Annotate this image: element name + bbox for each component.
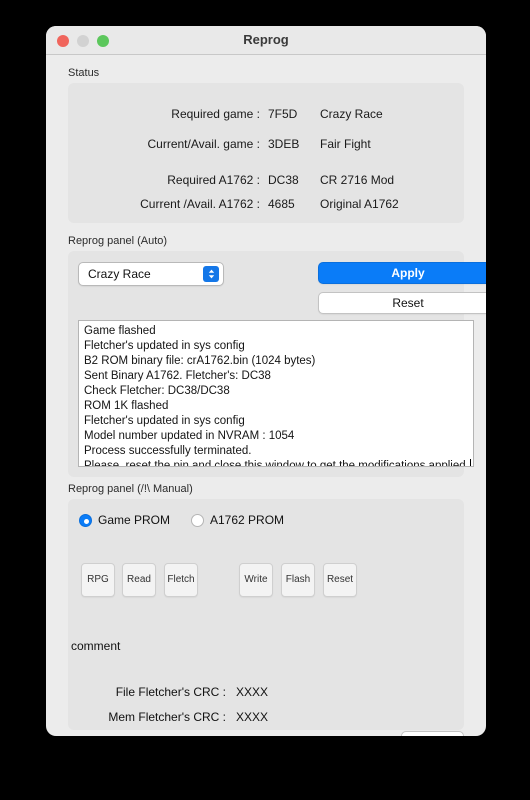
radio-game-prom-label: Game PROM [98,513,171,527]
flash-button[interactable]: Flash [281,563,315,597]
radio-selected-icon[interactable] [79,513,92,527]
reset-button[interactable]: Reset [318,292,486,314]
status-code: DC38 [268,173,299,187]
status-name: Fair Fight [320,137,371,151]
status-label: Required game : [171,107,260,121]
app-window: Reprog Status Required game : 7F5D Crazy… [46,26,486,736]
apply-button[interactable]: Apply [318,262,486,284]
status-name: Original A1762 [320,197,399,211]
status-label: Current/Avail. game : [147,137,261,151]
manual-reset-button[interactable]: Reset [323,563,357,597]
status-group-label: Status [68,67,100,79]
rpg-button[interactable]: RPG [81,563,115,597]
window-content: Status Required game : 7F5D Crazy Race C… [46,55,486,736]
text-caret [469,459,471,466]
chevron-updown-icon[interactable] [203,266,219,282]
status-row: Required A1762 : DC38 CR 2716 Mod [68,173,464,189]
status-name: CR 2716 Mod [320,173,395,187]
radio-a1762-prom[interactable]: A1762 PROM [191,513,284,527]
write-button[interactable]: Write [239,563,273,597]
auto-panel-group-label: Reprog panel (Auto) [68,235,168,247]
radio-a1762-prom-label: A1762 PROM [210,513,285,527]
game-select[interactable]: Crazy Race [78,262,224,286]
log-line: Check Fletcher: DC38/DC38 [84,385,230,397]
log-line-last: Please, reset the pin and close this win… [84,459,471,467]
status-row: Required game : 7F5D Crazy Race [68,107,464,123]
file-crc-value: XXXX [236,685,269,699]
log-line: Process successfully terminated. [84,445,252,457]
log-line-text: Please, reset the pin and close this win… [84,460,469,467]
read-button[interactable]: Read [122,563,156,597]
status-code: 4685 [268,197,295,211]
log-line: Model number updated in NVRAM : 1054 [84,430,295,442]
log-line: B2 ROM binary file: crA1762.bin (1024 by… [84,355,316,367]
window-title: Reprog [243,32,289,47]
log-line: Fletcher's updated in sys config [84,340,245,352]
mem-crc-value: XXXX [236,710,269,724]
radio-game-prom[interactable]: Game PROM [79,513,170,527]
close-button[interactable]: Close [401,731,464,736]
status-label: Current /Avail. A1762 : [140,197,260,211]
mem-crc-label: Mem Fletcher's CRC : [108,710,226,724]
status-name: Crazy Race [320,107,383,121]
status-code: 7F5D [268,107,298,121]
manual-panel-group-label: Reprog panel (/!\ Manual) [68,483,193,495]
status-label: Required A1762 : [167,173,260,187]
log-line: Sent Binary A1762. Fletcher's: DC38 [84,370,271,382]
log-line: ROM 1K flashed [84,400,169,412]
file-crc-label: File Fletcher's CRC : [115,685,226,699]
file-crc-row: File Fletcher's CRC : XXXX [68,685,398,701]
mem-crc-row: Mem Fletcher's CRC : XXXX [68,710,398,726]
status-row: Current /Avail. A1762 : 4685 Original A1… [68,197,464,213]
status-row: Current/Avail. game : 3DEB Fair Fight [68,137,464,153]
title-bar: Reprog [46,26,486,55]
log-line: Game flashed [84,325,156,337]
fletch-button[interactable]: Fletch [164,563,198,597]
radio-unselected-icon[interactable] [191,513,204,527]
comment-label: comment [71,639,121,653]
game-select-value: Crazy Race [88,267,151,281]
status-code: 3DEB [268,137,300,151]
log-line: Fletcher's updated in sys config [84,415,245,427]
log-output[interactable]: Game flashed Fletcher's updated in sys c… [78,320,474,467]
